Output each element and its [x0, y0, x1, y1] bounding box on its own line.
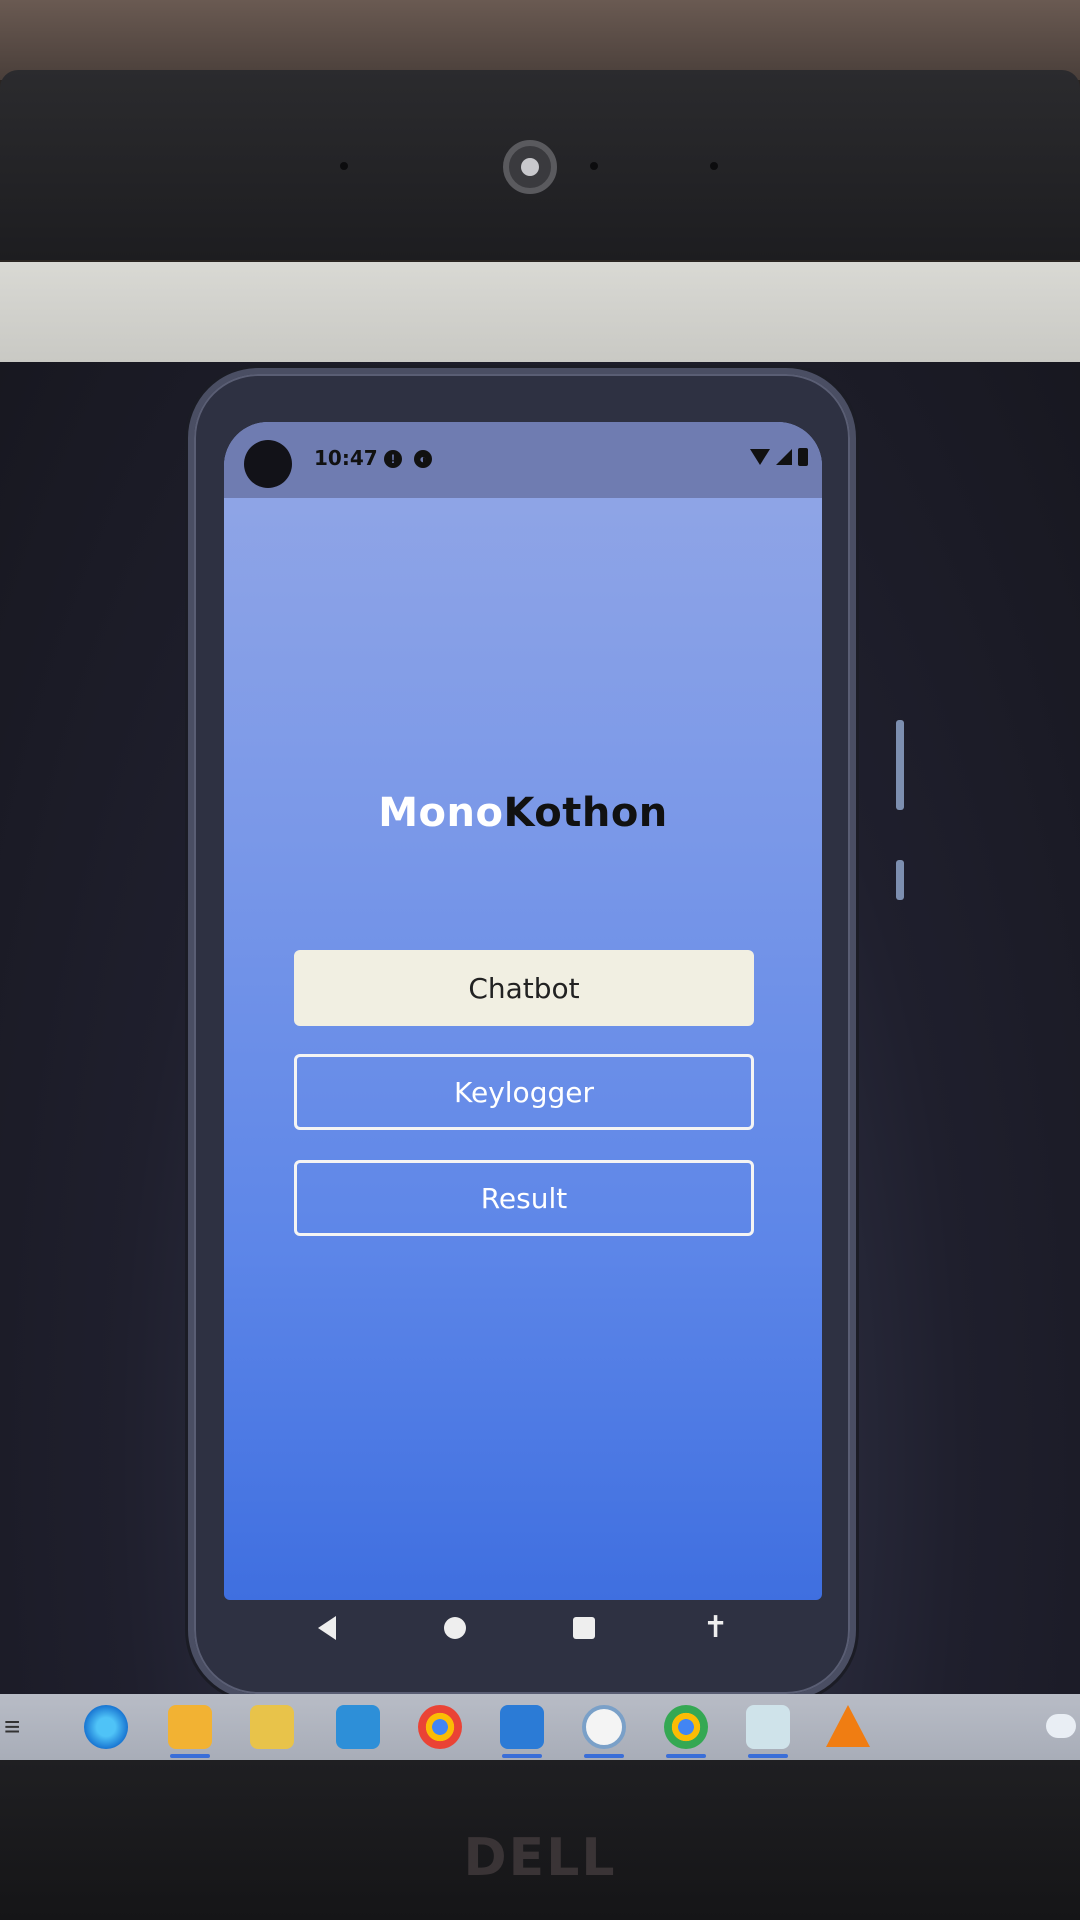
mail-icon[interactable]	[336, 1705, 380, 1749]
active-indicator	[170, 1754, 210, 1758]
volume-button[interactable]	[896, 860, 904, 900]
signal-icon	[776, 449, 792, 465]
front-camera	[244, 440, 292, 488]
notepad-icon[interactable]	[746, 1705, 790, 1749]
task-view-icon[interactable]: ≡	[4, 1705, 36, 1749]
status-time: 10:47	[314, 446, 378, 470]
notification-icon: !	[384, 450, 402, 468]
dell-logo: DELL	[463, 1828, 617, 1888]
back-icon[interactable]	[317, 1616, 336, 1640]
power-button[interactable]	[896, 720, 904, 810]
active-indicator	[666, 1754, 706, 1758]
status-icons	[750, 448, 808, 466]
wifi-icon	[750, 449, 770, 465]
sensor-dot	[590, 162, 598, 170]
webcam	[503, 140, 557, 194]
store-icon[interactable]	[250, 1705, 294, 1749]
emulator-toolbar	[0, 262, 1080, 362]
notification-icon: ◐	[414, 450, 432, 468]
app-icon[interactable]	[582, 1705, 626, 1749]
app-title-kothon: Kothon	[503, 790, 668, 836]
sensor-dot	[340, 162, 348, 170]
room-background	[0, 0, 1080, 80]
status-bar: 10:47 ! ◐	[224, 422, 822, 498]
sensor-dot	[710, 162, 718, 170]
weather-icon[interactable]	[1046, 1714, 1076, 1738]
file-explorer-icon[interactable]	[168, 1705, 212, 1749]
android-nav-bar: ✝	[224, 1590, 822, 1666]
chatbot-button[interactable]: Chatbot	[294, 950, 754, 1026]
chrome-icon[interactable]	[418, 1705, 462, 1749]
vlc-icon[interactable]	[826, 1705, 870, 1747]
active-indicator	[748, 1754, 788, 1758]
edge-icon[interactable]	[84, 1705, 128, 1749]
active-indicator	[584, 1754, 624, 1758]
accessibility-icon[interactable]: ✝	[703, 1613, 728, 1643]
recents-icon[interactable]	[573, 1617, 596, 1639]
active-indicator	[502, 1754, 542, 1758]
vscode-icon[interactable]	[500, 1705, 544, 1749]
app-title: MonoKothon	[224, 790, 822, 836]
windows-taskbar: ≡	[0, 1694, 1080, 1760]
app-title-mono: Mono	[378, 790, 504, 836]
battery-icon	[798, 448, 808, 466]
phone-screen: 10:47 ! ◐ MonoKothon Chatbot Keylogger R…	[224, 422, 822, 1600]
chrome-icon-2[interactable]	[664, 1705, 708, 1749]
home-icon[interactable]	[443, 1617, 466, 1639]
keylogger-button[interactable]: Keylogger	[294, 1054, 754, 1130]
result-button[interactable]: Result	[294, 1160, 754, 1236]
